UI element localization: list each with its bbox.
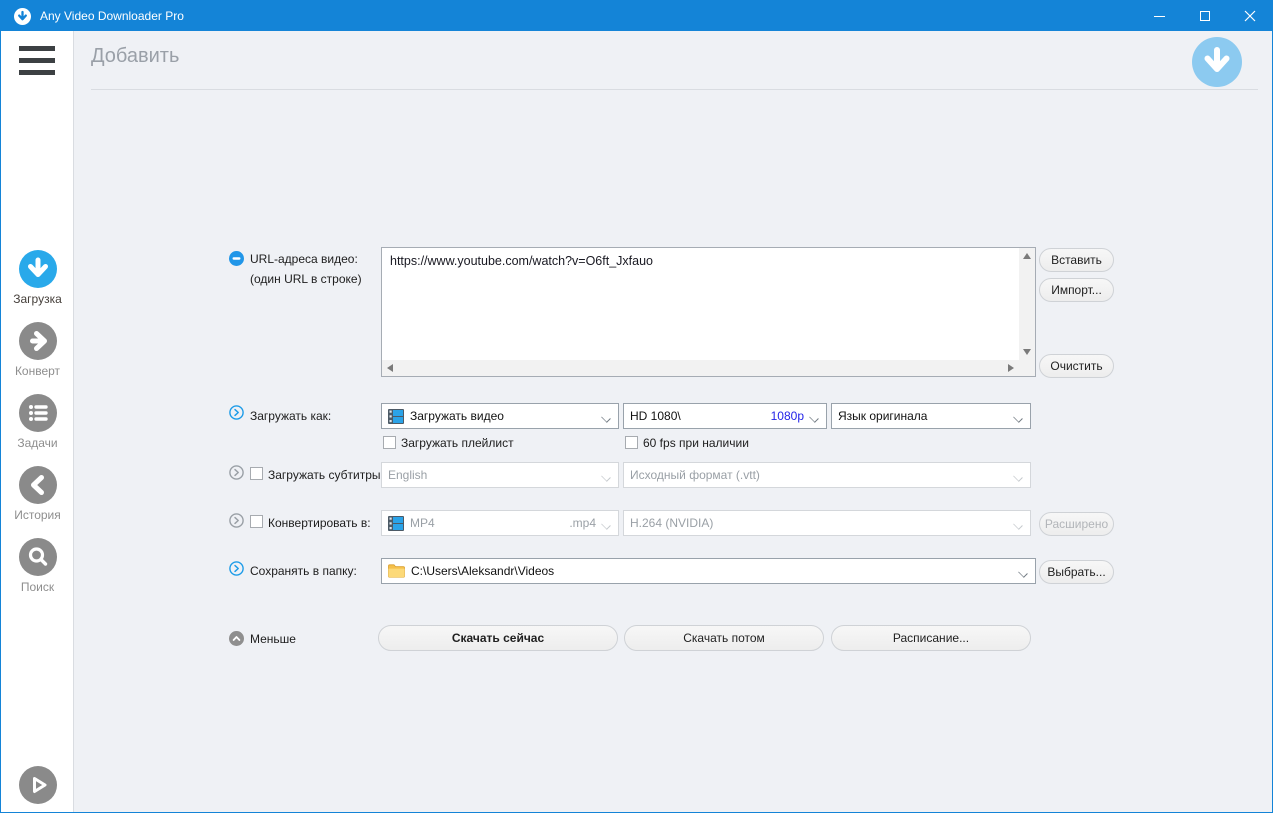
chevron-down-icon [1019, 569, 1028, 578]
convert-label[interactable]: Конвертировать в: [268, 516, 371, 530]
scroll-left-icon [387, 364, 393, 372]
download-later-button[interactable]: Скачать потом [624, 625, 824, 651]
convert-format-value: MP4 [410, 516, 435, 530]
playlist-checkbox[interactable] [383, 436, 396, 449]
playlist-checkbox-label[interactable]: Загружать плейлист [401, 436, 514, 450]
sidebar-item-history[interactable]: История [1, 466, 74, 522]
chevron-down-icon [810, 414, 819, 423]
sidebar-item-tasks[interactable]: Задачи [1, 394, 74, 450]
chevron-down-icon [602, 473, 611, 482]
sidebar-item-player[interactable] [1, 766, 74, 804]
window-title: Any Video Downloader Pro [40, 9, 184, 23]
sidebar-item-label: Загрузка [13, 292, 62, 306]
maximize-button[interactable] [1182, 1, 1227, 31]
convert-codec-select: H.264 (NVIDIA) [623, 510, 1031, 536]
scroll-up-icon [1023, 253, 1031, 259]
close-icon [1244, 10, 1255, 22]
download-watermark-icon [1192, 37, 1242, 87]
expand-chevron-icon[interactable] [229, 405, 244, 420]
expand-chevron-icon[interactable] [229, 465, 244, 480]
tasks-icon [18, 394, 57, 432]
chevron-down-icon [602, 521, 611, 530]
folder-icon [388, 564, 405, 578]
hamburger-icon [19, 46, 55, 51]
download-now-button[interactable]: Скачать сейчас [378, 625, 618, 651]
less-toggle-label[interactable]: Меньше [250, 632, 296, 646]
fps-checkbox-label[interactable]: 60 fps при наличии [643, 436, 749, 450]
subtitles-format-select: Исходный формат (.vtt) [623, 462, 1031, 488]
convert-ext-value: .mp4 [569, 516, 596, 530]
chevron-down-icon [1014, 521, 1023, 530]
url-horizontal-scrollbar[interactable] [382, 360, 1019, 376]
fps-checkbox[interactable] [625, 436, 638, 449]
url-label-line2: (один URL в строке) [250, 272, 362, 286]
film-icon [388, 408, 404, 424]
close-button[interactable] [1227, 1, 1272, 31]
minimize-button[interactable] [1137, 1, 1182, 31]
scrollbar-corner [1019, 360, 1035, 376]
import-button[interactable]: Импорт... [1039, 278, 1114, 302]
paste-button[interactable]: Вставить [1039, 248, 1114, 272]
scroll-right-icon [1008, 364, 1014, 372]
save-folder-path: C:\Users\Aleksandr\Videos [411, 564, 555, 578]
subtitles-checkbox[interactable] [250, 467, 263, 480]
download-mode-value: Загружать видео [410, 409, 504, 423]
browse-button[interactable]: Выбрать... [1039, 560, 1114, 584]
convert-checkbox[interactable] [250, 515, 263, 528]
history-icon [18, 466, 57, 504]
search-icon [18, 538, 57, 576]
chevron-down-icon [1014, 414, 1023, 423]
sidebar-item-search[interactable]: Поиск [1, 538, 74, 594]
header-divider [91, 89, 1258, 90]
download-mode-select[interactable]: Загружать видео [381, 403, 619, 429]
sidebar-item-label: Поиск [20, 580, 55, 594]
advanced-button: Расширено [1039, 512, 1114, 536]
convert-icon [18, 322, 57, 360]
titlebar: Any Video Downloader Pro [1, 1, 1272, 31]
save-folder-label: Сохранять в папку: [250, 564, 357, 578]
url-input[interactable]: https://www.youtube.com/watch?v=O6ft_Jxf… [381, 247, 1036, 377]
sidebar-item-label: Задачи [17, 436, 58, 450]
film-icon [388, 515, 404, 531]
download-icon [18, 250, 57, 288]
convert-codec-value: H.264 (NVIDIA) [630, 516, 714, 530]
play-icon [18, 766, 57, 804]
subtitles-language-value: English [388, 468, 428, 482]
sidebar-item-label: Конверт [14, 364, 61, 378]
clear-button[interactable]: Очистить [1039, 354, 1114, 378]
url-input-value: https://www.youtube.com/watch?v=O6ft_Jxf… [390, 254, 653, 268]
app-logo-icon [14, 7, 31, 25]
audio-language-select[interactable]: Язык оригинала [831, 403, 1031, 429]
maximize-icon [1199, 11, 1210, 21]
expand-chevron-icon[interactable] [229, 513, 244, 528]
collapse-up-icon[interactable] [229, 631, 244, 646]
subtitles-language-select: English [381, 462, 619, 488]
subtitles-format-value: Исходный формат (.vtt) [630, 468, 760, 482]
collapse-minus-icon[interactable] [229, 251, 244, 266]
main-panel: Добавить URL-адреса видео: (один URL в с… [74, 31, 1272, 812]
chevron-down-icon [602, 414, 611, 423]
download-as-label: Загружать как: [250, 409, 332, 423]
menu-button[interactable] [19, 46, 55, 75]
save-folder-select[interactable]: C:\Users\Aleksandr\Videos [381, 558, 1036, 584]
expand-chevron-icon[interactable] [229, 561, 244, 576]
subtitles-label[interactable]: Загружать субтитры: [268, 468, 384, 482]
sidebar: Загрузка Конверт Задачи История Поиск [1, 31, 74, 812]
sidebar-item-convert[interactable]: Конверт [1, 322, 74, 378]
sidebar-item-download[interactable]: Загрузка [1, 250, 74, 306]
scroll-down-icon [1023, 349, 1031, 355]
schedule-button[interactable]: Расписание... [831, 625, 1031, 651]
convert-format-select: MP4 .mp4 [381, 510, 619, 536]
url-vertical-scrollbar[interactable] [1019, 248, 1035, 360]
app-window: Any Video Downloader Pro Загрузка Конвер… [0, 0, 1273, 813]
quality-select[interactable]: HD 1080\ 1080p [623, 403, 827, 429]
audio-language-value: Язык оригинала [838, 409, 928, 423]
quality-badge: 1080p [770, 409, 804, 423]
chevron-down-icon [1014, 473, 1023, 482]
quality-value: HD 1080\ [630, 409, 681, 423]
url-label-line1: URL-адреса видео: [250, 252, 358, 266]
sidebar-item-label: История [14, 508, 61, 522]
page-title: Добавить [91, 45, 180, 67]
minimize-icon [1154, 15, 1165, 17]
